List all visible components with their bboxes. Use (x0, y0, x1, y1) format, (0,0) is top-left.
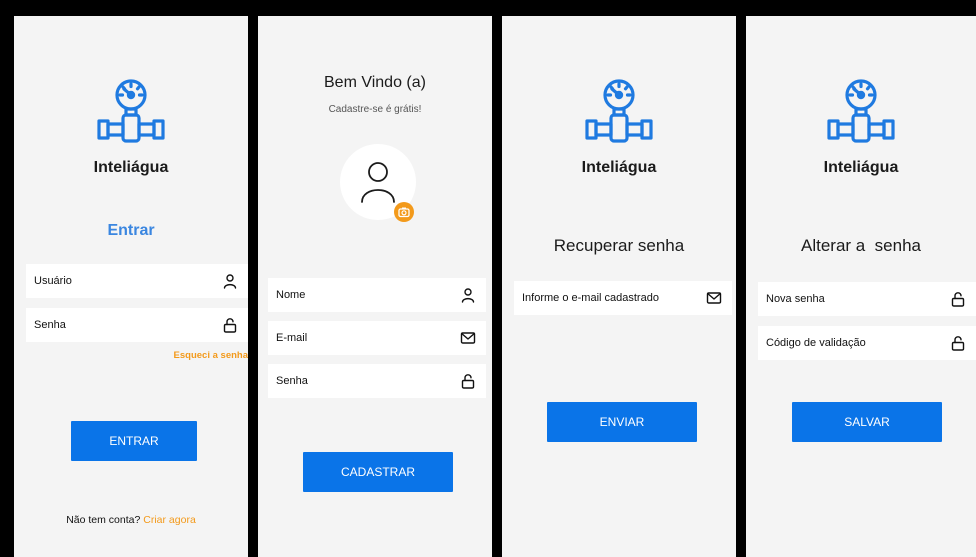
welcome-title: Bem Vindo (a) (324, 74, 426, 91)
new-password-field[interactable]: Nova senha (758, 282, 976, 316)
brand-name: Inteliágua (823, 159, 899, 176)
register-button[interactable]: CADASTRAR (303, 452, 453, 492)
username-field[interactable]: Usuário (26, 264, 248, 298)
lock-icon (950, 335, 966, 351)
signup-prompt: Não tem conta? Criar agora (14, 514, 248, 526)
page-title: Recuperar senha (553, 236, 685, 255)
email-label: Informe o e-mail cadastrado (522, 292, 659, 304)
validation-code-label: Código de validação (766, 337, 866, 349)
email-field[interactable]: Informe o e-mail cadastrado (514, 281, 732, 315)
user-icon (222, 273, 238, 289)
password-label: Senha (276, 375, 308, 387)
lock-icon (222, 317, 238, 333)
register-screen: Bem Vindo (a) Cadastre-se é grátis! Nome… (258, 16, 492, 557)
new-password-label: Nova senha (766, 293, 825, 305)
camera-icon[interactable] (394, 202, 414, 222)
brand-name: Inteliágua (93, 159, 169, 176)
username-label: Usuário (34, 275, 72, 287)
send-button[interactable]: ENVIAR (547, 402, 697, 442)
lock-icon (950, 291, 966, 307)
avatar-icon (361, 162, 395, 203)
page-title: Alterar a senha (800, 236, 921, 255)
mail-icon (706, 290, 722, 306)
water-meter-pipe-icon (584, 78, 654, 144)
change-password-screen: Inteliágua Alterar a senha Nova senha Có… (746, 16, 976, 557)
no-account-text: Não tem conta? (66, 514, 141, 526)
login-button[interactable]: ENTRAR (71, 421, 197, 461)
password-field[interactable]: Senha (26, 308, 248, 342)
email-label: E-mail (276, 332, 308, 344)
recover-password-screen: Inteliágua Recuperar senha Informe o e-m… (502, 16, 736, 557)
welcome-subtitle: Cadastre-se é grátis! (328, 104, 422, 115)
name-field[interactable]: Nome (268, 278, 486, 312)
save-button[interactable]: SALVAR (792, 402, 942, 442)
forgot-password-link[interactable]: Esqueci a senha (174, 350, 248, 361)
page-title: Entrar (107, 222, 155, 239)
password-label: Senha (34, 319, 66, 331)
water-meter-pipe-icon (826, 78, 896, 144)
email-field[interactable]: E-mail (268, 321, 486, 355)
login-screen: Inteliágua Entrar Usuário Senha Esqueci … (14, 16, 248, 557)
avatar[interactable] (340, 144, 416, 222)
brand-name: Inteliágua (581, 159, 657, 176)
lock-icon (460, 373, 476, 389)
password-field[interactable]: Senha (268, 364, 486, 398)
name-label: Nome (276, 289, 306, 301)
create-account-link[interactable]: Criar agora (143, 514, 196, 526)
validation-code-field[interactable]: Código de validação (758, 326, 976, 360)
water-meter-pipe-icon (96, 78, 166, 144)
mail-icon (460, 330, 476, 346)
user-icon (460, 287, 476, 303)
